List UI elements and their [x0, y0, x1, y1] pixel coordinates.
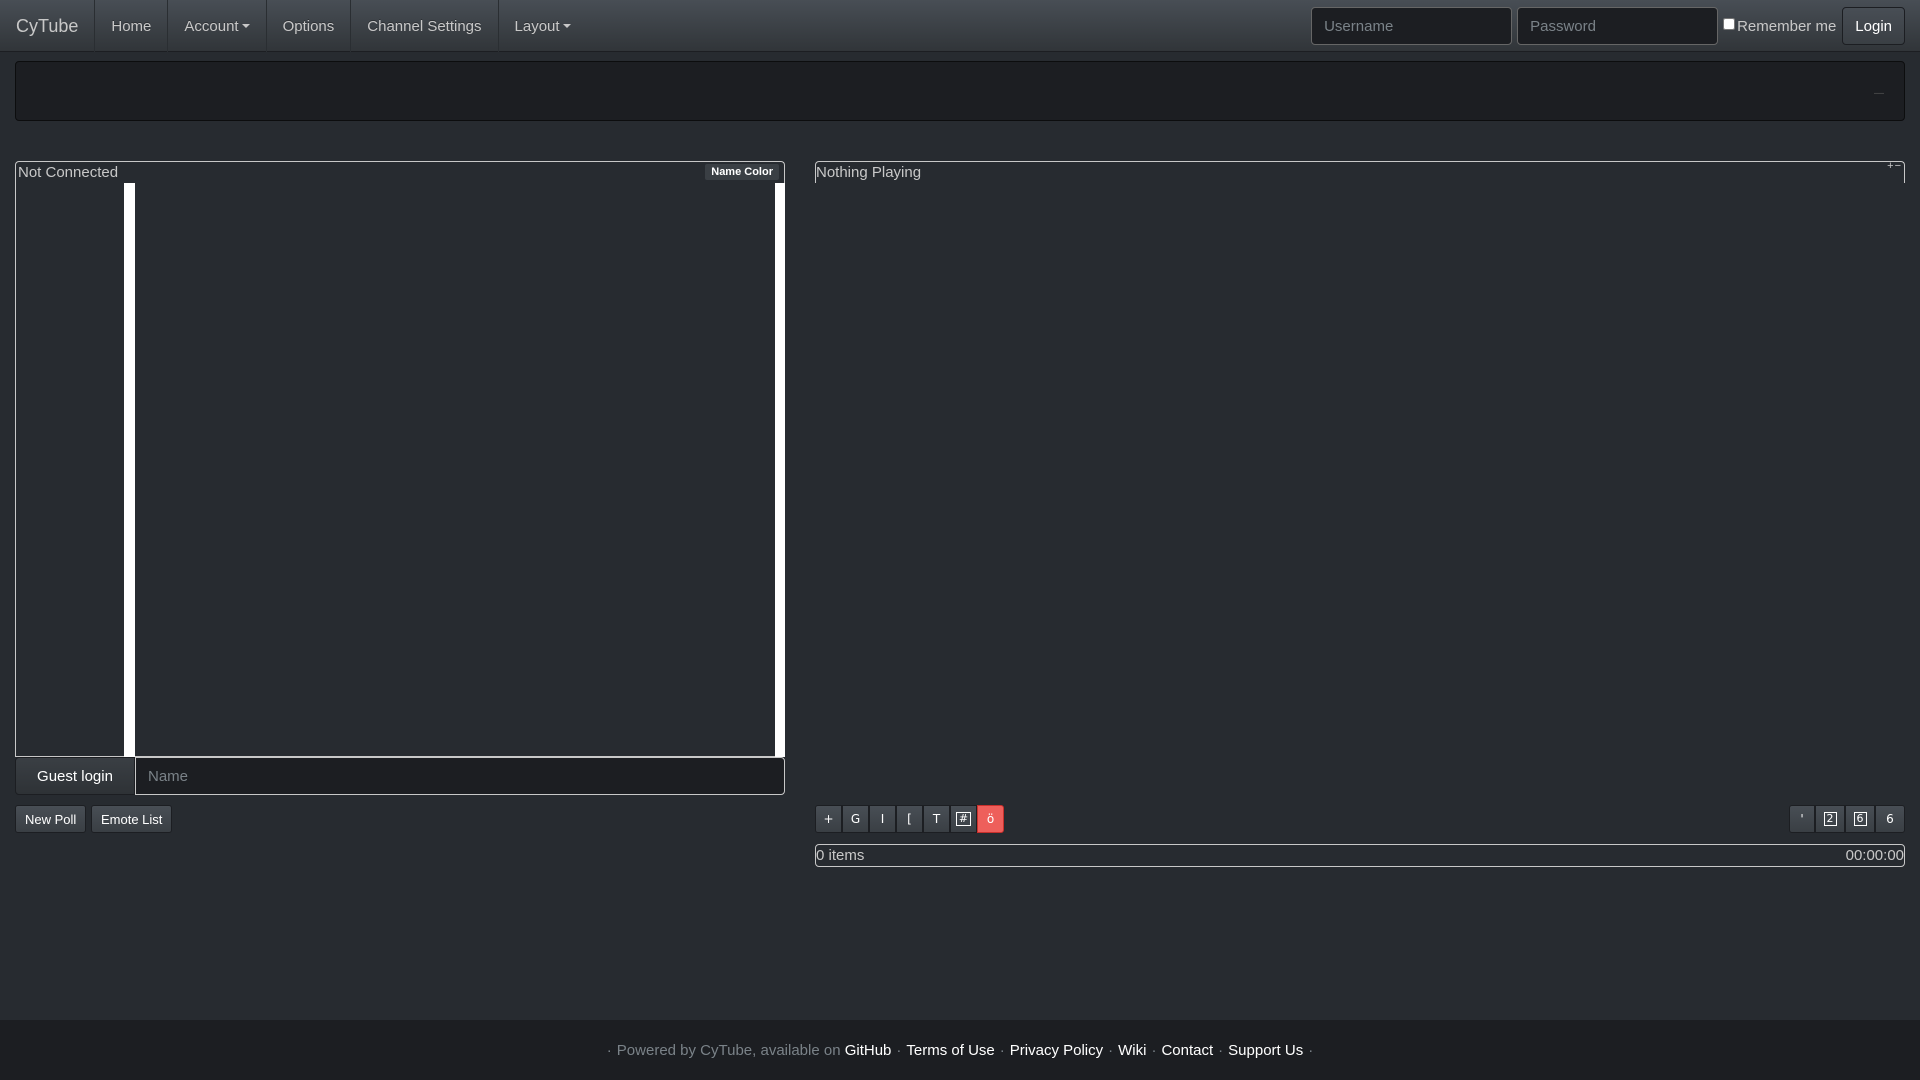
- boxed-2-icon[interactable]: 2: [1815, 805, 1845, 833]
- footer-link-contact[interactable]: Contact: [1161, 1042, 1213, 1059]
- nav-options[interactable]: Options: [265, 0, 351, 52]
- footer-separator: ·: [1108, 1041, 1114, 1059]
- quote-icon[interactable]: ': [1789, 805, 1815, 833]
- boxed-6-icon[interactable]: 6: [1845, 805, 1875, 833]
- google-icon[interactable]: G: [842, 805, 869, 833]
- playlist-meta: 0 items 00:00:00: [815, 844, 1905, 867]
- playlist-view-controls: ' 2 6 6: [1789, 805, 1905, 833]
- remember-me: Remember me: [1723, 18, 1836, 35]
- message-buffer: [135, 183, 775, 757]
- video-header: Nothing Playing +−: [815, 160, 1905, 183]
- current-title: Nothing Playing: [816, 164, 922, 181]
- new-poll-button[interactable]: New Poll: [15, 805, 87, 833]
- playlist-count: 0 items: [816, 847, 865, 864]
- caret-down-icon: [241, 24, 250, 28]
- plus-icon[interactable]: +: [815, 805, 842, 833]
- hash-icon-glyph: #: [955, 812, 972, 826]
- nav-channel-settings[interactable]: Channel Settings: [350, 0, 497, 52]
- boxed-6-glyph: 6: [1853, 812, 1867, 826]
- navbar: CyTube Home Account Options Channel Sett…: [0, 0, 1920, 52]
- message-buffer-scrollbar[interactable]: [775, 183, 785, 757]
- guest-name-input[interactable]: [135, 757, 785, 795]
- username-input[interactable]: [1311, 7, 1513, 45]
- nav-layout[interactable]: Layout: [497, 0, 587, 52]
- six-icon[interactable]: 6: [1875, 805, 1905, 833]
- nav-home-label: Home: [111, 17, 152, 35]
- nav-channel-settings-label: Channel Settings: [367, 17, 482, 35]
- text-icon[interactable]: T: [923, 805, 950, 833]
- playlist-duration: 00:00:00: [1845, 847, 1904, 864]
- chat-header: Not Connected Name Color: [15, 161, 785, 183]
- footer-link-privacy[interactable]: Privacy Policy: [1010, 1042, 1103, 1059]
- bracket-icon[interactable]: [: [896, 805, 923, 833]
- footer-separator: ·: [1218, 1041, 1224, 1059]
- remember-me-label: Remember me: [1737, 17, 1837, 35]
- footer-link-github[interactable]: GitHub: [845, 1042, 892, 1059]
- brand-logo[interactable]: CyTube: [0, 0, 94, 52]
- footer: · Powered by CyTube, available on GitHub…: [0, 1020, 1920, 1080]
- footer-link-terms[interactable]: Terms of Use: [906, 1042, 994, 1059]
- footer-separator: ·: [896, 1041, 902, 1059]
- boxed-2-glyph: 2: [1823, 812, 1837, 826]
- motd-panel: —: [15, 61, 1905, 121]
- footer-separator: ·: [1308, 1041, 1314, 1059]
- footer-link-support[interactable]: Support Us: [1228, 1042, 1303, 1059]
- user-list: [15, 183, 124, 757]
- password-input[interactable]: [1517, 7, 1719, 45]
- footer-separator: ·: [1151, 1041, 1157, 1059]
- text-cursor-icon[interactable]: I: [869, 805, 896, 833]
- nav-account-label: Account: [184, 17, 239, 35]
- guest-login-label: Guest login: [15, 757, 135, 795]
- footer-link-wiki[interactable]: Wiki: [1118, 1042, 1146, 1059]
- remember-me-checkbox[interactable]: [1723, 18, 1736, 30]
- footer-separator: ·: [999, 1041, 1005, 1059]
- motd-collapse-icon[interactable]: —: [1874, 88, 1884, 99]
- resize-icon[interactable]: +−: [1887, 160, 1902, 172]
- login-button[interactable]: Login: [1842, 7, 1905, 45]
- playlist-controls: + G I [ T # ö: [815, 805, 1004, 833]
- nav-layout-label: Layout: [514, 17, 560, 35]
- login-form: Remember me Login: [1311, 0, 1920, 52]
- powered-by-text: Powered by CyTube, available on: [616, 1041, 841, 1059]
- hash-icon[interactable]: #: [950, 805, 977, 833]
- clear-icon[interactable]: ö: [977, 805, 1004, 833]
- nav-account[interactable]: Account: [167, 0, 265, 52]
- user-list-scrollbar[interactable]: [124, 183, 135, 757]
- name-color-button[interactable]: Name Color: [705, 164, 779, 180]
- footer-separator: ·: [606, 1041, 612, 1059]
- emote-list-button[interactable]: Emote List: [91, 805, 173, 833]
- nav-home[interactable]: Home: [94, 0, 167, 52]
- caret-down-icon: [562, 24, 571, 28]
- nav-options-label: Options: [282, 17, 335, 35]
- connection-status: Not Connected: [18, 164, 119, 181]
